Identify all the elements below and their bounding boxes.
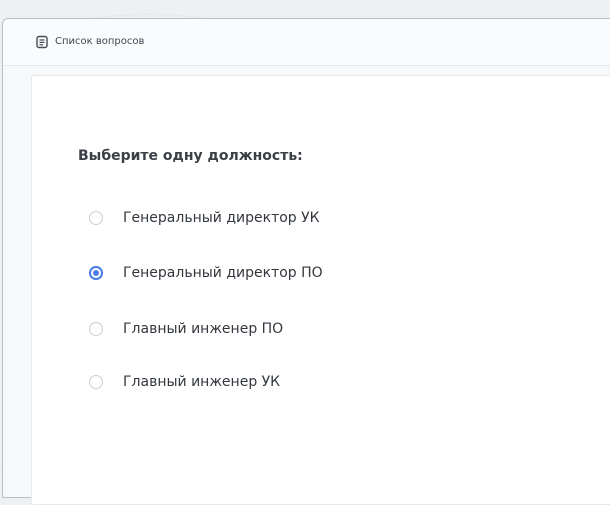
option-label: Главный инженер ПО (123, 321, 284, 337)
question-title: Выберите одну должность: (78, 148, 303, 164)
option-chief-engineer-uk[interactable]: Главный инженер УК (89, 372, 280, 392)
option-general-director-uk[interactable]: Генеральный директор УК (89, 208, 320, 228)
panel-title: Список вопросов (55, 36, 145, 47)
document-list-icon (36, 35, 48, 49)
radio-button[interactable] (89, 211, 103, 225)
option-label: Главный инженер УК (123, 374, 281, 390)
radio-button-selected[interactable] (89, 266, 103, 280)
option-label: Генеральный директор ПО (123, 265, 323, 281)
option-label: Генеральный директор УК (123, 210, 320, 226)
radio-button[interactable] (89, 322, 103, 336)
question-list-panel: Список вопросов Выберите одну должность:… (2, 18, 610, 505)
option-chief-engineer-po[interactable]: Главный инженер ПО (89, 319, 283, 339)
radio-button[interactable] (89, 375, 103, 389)
question-card: Выберите одну должность: Генеральный дир… (31, 75, 610, 505)
option-general-director-po[interactable]: Генеральный директор ПО (89, 263, 323, 283)
panel-header: Список вопросов (3, 19, 610, 66)
